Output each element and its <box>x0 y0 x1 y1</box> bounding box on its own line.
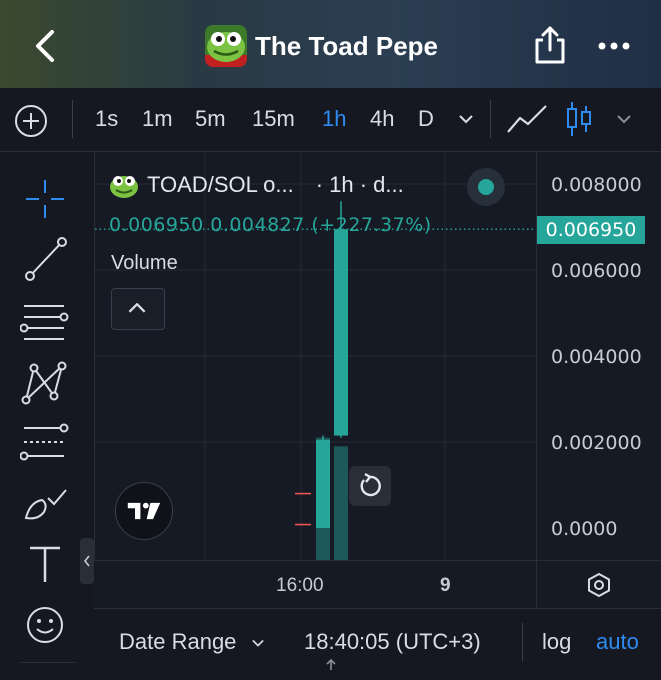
price-label: 0.006000 <box>551 260 642 282</box>
pattern-tool-icon[interactable] <box>20 358 70 408</box>
candlestick-chart-type-icon[interactable] <box>564 100 594 138</box>
divider <box>490 100 491 138</box>
divider <box>20 662 76 663</box>
emoji-icon[interactable] <box>20 600 70 650</box>
share-icon[interactable] <box>532 24 568 66</box>
log-scale-toggle[interactable]: log <box>542 629 571 655</box>
candle-body <box>316 439 330 528</box>
last-price-badge: 0.006950 <box>537 216 645 244</box>
fib-retracement-icon[interactable] <box>20 298 70 348</box>
collapse-sidebar-tab[interactable] <box>80 538 94 584</box>
resize-handle-arrow-icon[interactable] <box>324 657 338 671</box>
reset-icon <box>360 472 381 497</box>
chevron-up-icon <box>128 303 146 313</box>
interval-1h[interactable]: 1h <box>322 106 346 132</box>
price-label: 0.008000 <box>551 174 642 196</box>
drawing-tools-sidebar <box>0 152 90 680</box>
reset-chart-button[interactable] <box>349 466 391 506</box>
interval-4h[interactable]: 4h <box>370 106 394 132</box>
interval-1s[interactable]: 1s <box>95 106 118 132</box>
market-status-indicator[interactable] <box>467 168 505 206</box>
chart-toolbar: 1s 1m 5m 15m 1h 4h D <box>0 88 661 152</box>
divider <box>522 623 523 661</box>
forecast-tool-icon[interactable] <box>20 418 70 468</box>
back-chevron-icon[interactable] <box>28 26 62 66</box>
volume-label: Volume <box>111 252 178 274</box>
trend-line-icon[interactable] <box>20 234 70 284</box>
chart-pane[interactable]: TOAD/SOL o... · 1h · d... 0.006950 0.004… <box>94 152 537 608</box>
add-indicator-icon[interactable] <box>14 104 48 138</box>
interval-15m[interactable]: 15m <box>252 106 295 132</box>
ohlc-values: 0.006950 0.004827 (+227.37%) <box>109 214 432 236</box>
page-title: The Toad Pepe <box>255 30 438 61</box>
chevron-left-icon <box>83 555 90 567</box>
token-avatar <box>205 25 247 67</box>
price-label: 0.002000 <box>551 432 642 454</box>
chevron-down-icon <box>251 639 264 647</box>
date-range-button[interactable]: Date Range <box>119 629 267 655</box>
chart-settings-button[interactable] <box>536 560 661 608</box>
tradingview-logo[interactable] <box>115 482 173 540</box>
clock-timezone[interactable]: 18:40:05 (UTC+3) <box>304 629 481 655</box>
symbol-legend: TOAD/SOL o... · 1h · d... <box>109 170 404 200</box>
time-axis[interactable]: 16:00 9 <box>94 560 536 608</box>
date-range-label: Date Range <box>119 629 237 654</box>
candle-body <box>334 229 348 436</box>
brush-icon[interactable] <box>20 478 70 528</box>
interval-1m[interactable]: 1m <box>142 106 173 132</box>
interval-info: · 1h · d... <box>315 172 404 197</box>
title-group: The Toad Pepe <box>205 24 438 68</box>
collapse-legend-button[interactable] <box>111 288 165 330</box>
more-options-icon[interactable] <box>594 30 634 62</box>
interval-d[interactable]: D <box>418 106 434 132</box>
crosshair-icon[interactable] <box>20 174 70 224</box>
line-chart-type-icon[interactable] <box>506 102 548 138</box>
volume-bar <box>334 446 348 560</box>
chart-type-dropdown-chevron-icon[interactable] <box>614 112 634 126</box>
symbol-name[interactable]: TOAD/SOL o... <box>147 172 294 198</box>
text-tool-icon[interactable] <box>20 540 70 590</box>
price-label: 0.004000 <box>551 346 642 368</box>
price-label: 0.0000 <box>551 518 618 540</box>
price-axis[interactable]: 0.008000 0.006000 0.004000 0.002000 0.00… <box>536 152 661 608</box>
header: The Toad Pepe <box>0 0 661 88</box>
time-label: 16:00 <box>276 575 324 596</box>
divider <box>72 100 73 138</box>
auto-scale-toggle[interactable]: auto <box>596 629 639 655</box>
interval-5m[interactable]: 5m <box>195 106 226 132</box>
token-avatar-icon <box>110 176 138 198</box>
tradingview-logo-icon <box>127 502 161 520</box>
settings-hexagon-icon <box>588 572 610 598</box>
bottom-bar: Date Range 18:40:05 (UTC+3) log auto <box>94 608 661 680</box>
time-label: 9 <box>440 575 451 596</box>
interval-dropdown-chevron-icon[interactable] <box>456 112 476 126</box>
